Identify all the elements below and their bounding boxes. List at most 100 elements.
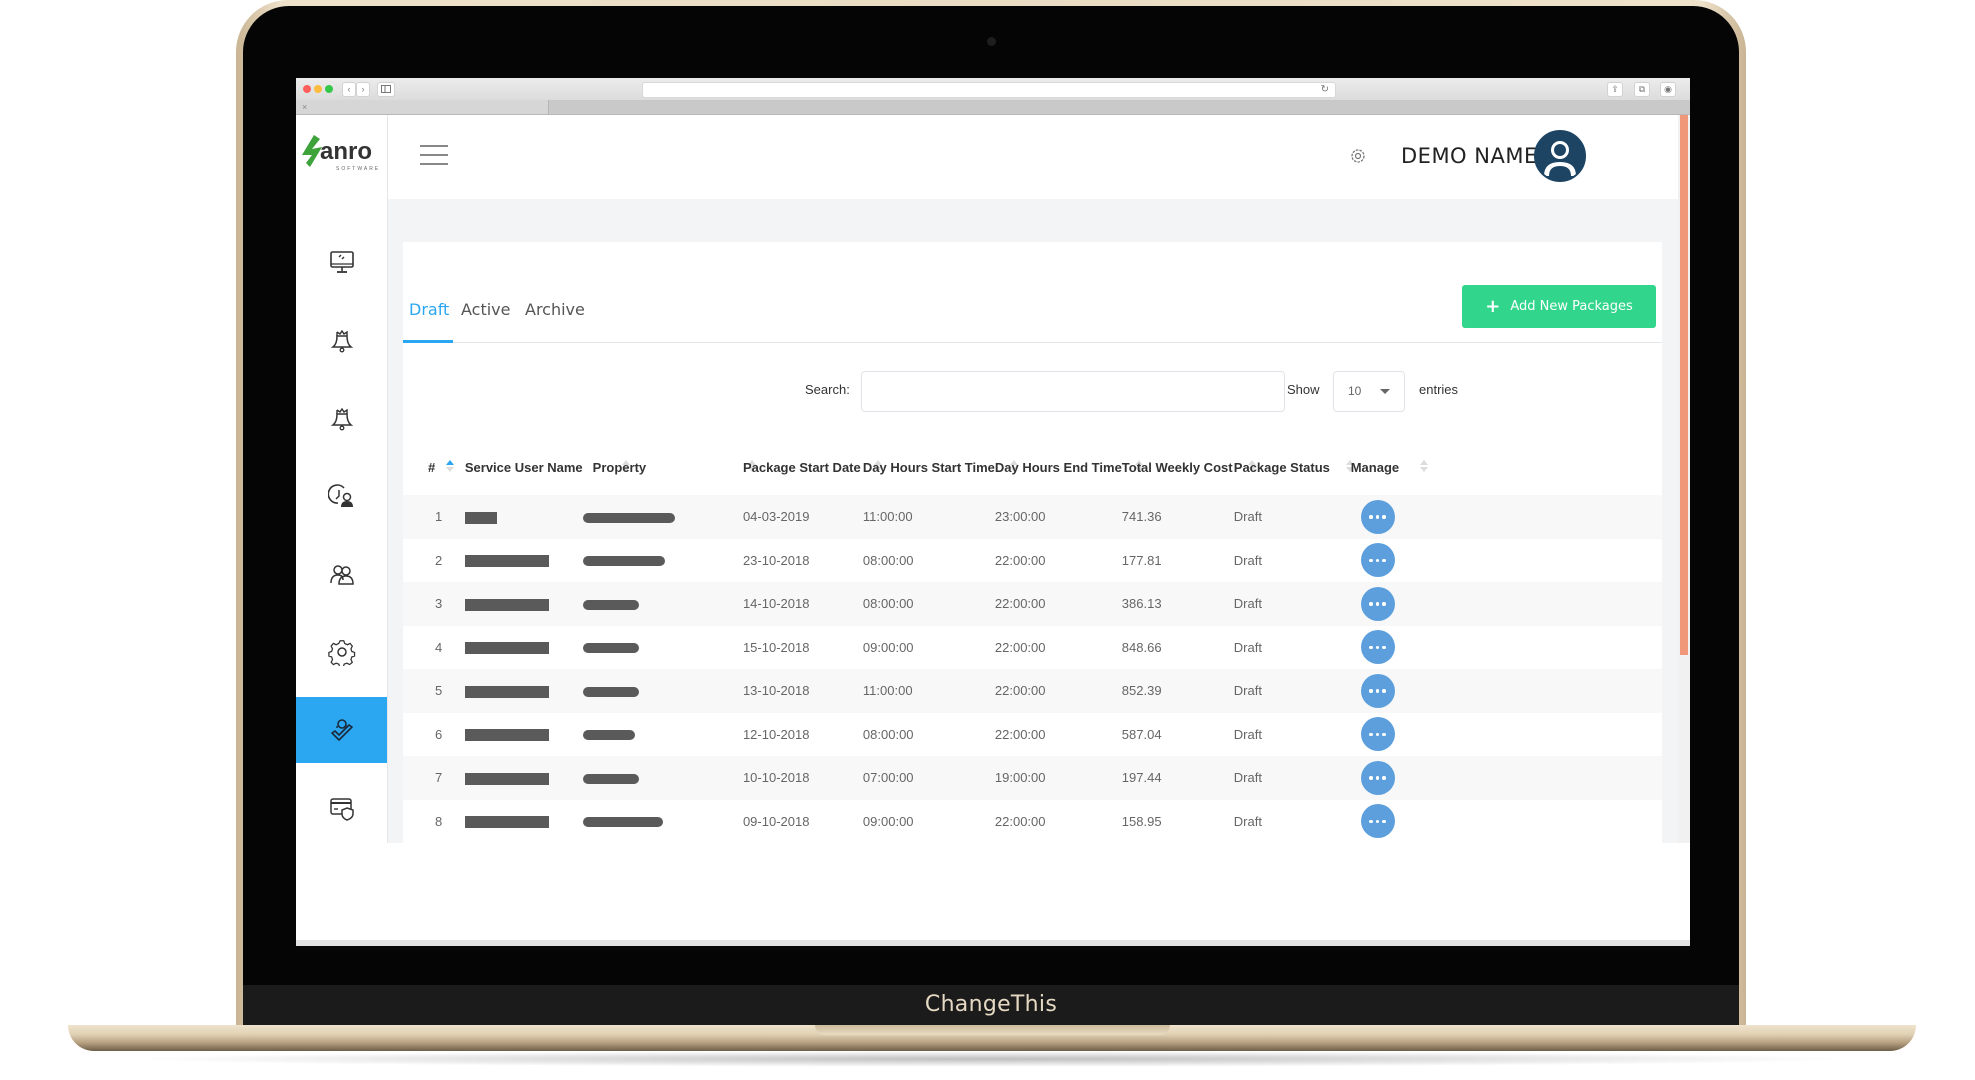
cell-package-start-date: 09-10-2018 xyxy=(742,813,810,829)
cell-package-status: Draft xyxy=(1233,495,1335,539)
redacted-property xyxy=(582,556,665,567)
sidebar-item-alerts[interactable] xyxy=(296,385,387,451)
redacted-property xyxy=(582,512,675,523)
cell-day-hours-end-time: 19:00:00 xyxy=(994,756,1122,800)
column-header-manage[interactable]: Manage xyxy=(1335,439,1662,495)
cell-number: 8 xyxy=(435,813,443,829)
column-header-day-hours-start-time[interactable]: Day Hours Start Time xyxy=(862,439,1018,495)
share-button[interactable]: ⇪ xyxy=(1607,82,1623,97)
cell-manage xyxy=(1335,626,1662,670)
tab-draft[interactable]: Draft xyxy=(409,300,449,319)
active-tab-indicator xyxy=(403,340,453,343)
user-name[interactable]: DEMO NAME xyxy=(1401,144,1538,168)
table-row[interactable]: 4 15-10-2018 09:00:00 22:00:00 848.66 Draft xyxy=(403,626,1662,670)
browser-tab[interactable]: × xyxy=(296,100,549,114)
logo-subtext: SOFTWARE xyxy=(336,166,380,172)
page-length-select[interactable]: 10 xyxy=(1333,371,1405,412)
sidebar-item-scheduling[interactable] xyxy=(296,463,387,529)
address-bar[interactable]: ↻ xyxy=(642,82,1336,98)
redacted-user-name xyxy=(464,772,549,785)
sidebar-item-packages[interactable] xyxy=(296,697,387,763)
sidebar-item-notifications[interactable] xyxy=(296,307,387,373)
close-tab-icon[interactable]: × xyxy=(302,100,307,114)
cell-day-hours-start-time: 08:00:00 xyxy=(862,726,914,742)
sidebar-item-billing[interactable] xyxy=(296,775,387,841)
cell-number: 1 xyxy=(403,495,455,539)
tabs-overview-button[interactable]: ⧉ xyxy=(1634,82,1650,97)
show-label: Show xyxy=(1287,382,1320,397)
cell-day-hours-start-time: 11:00:00 xyxy=(862,495,995,539)
more-dots-icon-dot xyxy=(1375,689,1380,693)
maximize-window-button[interactable] xyxy=(325,85,333,93)
cell-day-hours-end-time: 23:00:00 xyxy=(994,495,1122,539)
menu-toggle-button[interactable] xyxy=(420,145,448,167)
column-header-total-weekly-cost[interactable]: Total Weekly Cost xyxy=(1122,439,1256,495)
manage-menu-button[interactable] xyxy=(1360,543,1395,578)
cell-property xyxy=(582,495,743,539)
search-input[interactable] xyxy=(861,371,1285,412)
manage-menu-button[interactable] xyxy=(1360,804,1395,839)
forward-button[interactable]: › xyxy=(356,82,370,97)
column-header-package-start-date[interactable]: Package Start Date xyxy=(743,439,882,495)
table-row[interactable]: 2 23-10-2018 08:00:00 22:00:00 177.81 Draft xyxy=(403,539,1662,583)
table-row[interactable]: 7 10-10-2018 07:00:00 19:00:00 197.44 Draft xyxy=(403,756,1662,800)
back-button[interactable]: ‹ xyxy=(342,82,356,97)
bell-icon xyxy=(330,407,353,431)
column-header-package-status[interactable]: Package Status xyxy=(1234,439,1354,495)
cell-number: 4 xyxy=(435,639,443,655)
user-avatar[interactable] xyxy=(1534,130,1586,182)
table-row[interactable]: 5 13-10-2018 11:00:00 22:00:00 852.39 Draft xyxy=(403,669,1662,713)
column-header-day-hours-end-time[interactable]: Day Hours End Time xyxy=(995,439,1143,495)
column-header-property[interactable]: Property xyxy=(583,439,756,495)
tab-archive[interactable]: Archive xyxy=(525,300,585,319)
cell-total-weekly-cost: 587.04 xyxy=(1121,726,1162,742)
entries-label: entries xyxy=(1419,382,1459,397)
redacted-property xyxy=(582,599,639,610)
reload-icon[interactable]: ↻ xyxy=(1321,83,1329,97)
more-dots-icon xyxy=(1369,776,1373,780)
table-row[interactable]: 3 14-10-2018 08:00:00 22:00:00 386.13 Draft xyxy=(403,582,1662,626)
sidebar-item-settings[interactable] xyxy=(296,619,387,685)
more-dots-icon-dot xyxy=(1375,558,1380,562)
page-scrollbar-thumb[interactable] xyxy=(1680,115,1688,655)
sidebar-toggle-button[interactable] xyxy=(377,82,395,97)
tab-active[interactable]: Active xyxy=(461,300,511,319)
add-new-packages-button[interactable]: + Add New Packages xyxy=(1462,285,1656,328)
cell-package-start-date: 23-10-2018 xyxy=(742,552,810,568)
column-label: Day Hours Start Time xyxy=(862,459,995,475)
cell-package-start-date: 04-03-2019 xyxy=(742,495,863,539)
table-row[interactable]: 6 12-10-2018 08:00:00 22:00:00 587.04 Draft xyxy=(403,713,1662,757)
more-dots-icon-dot xyxy=(1375,515,1380,519)
redacted-user-name xyxy=(464,598,549,611)
chevron-down-icon xyxy=(1380,389,1390,394)
manage-menu-button[interactable] xyxy=(1360,630,1395,665)
cell-manage xyxy=(1334,669,1662,713)
redacted-user-name xyxy=(464,685,549,698)
column-label: # xyxy=(428,459,436,475)
sidebar-item-dashboard[interactable] xyxy=(296,229,387,295)
cell-service-user-name xyxy=(455,539,583,583)
column-header-number[interactable]: # xyxy=(403,439,455,495)
manage-menu-button[interactable] xyxy=(1360,586,1395,621)
settings-gear-icon[interactable] xyxy=(1349,147,1367,165)
redacted-property xyxy=(582,643,639,654)
table-row[interactable]: 8 09-10-2018 09:00:00 22:00:00 158.95 Draft xyxy=(403,800,1662,844)
close-window-button[interactable] xyxy=(303,85,311,93)
screen-bottom-edge xyxy=(296,940,1690,946)
manage-menu-button[interactable] xyxy=(1360,760,1395,795)
extension-button[interactable]: ◉ xyxy=(1660,82,1676,97)
redacted-property xyxy=(582,686,639,697)
cell-service-user-name xyxy=(455,800,583,844)
users-icon xyxy=(329,565,354,585)
minimize-window-button[interactable] xyxy=(314,85,322,93)
column-header-service-user-name[interactable]: Service User Name xyxy=(455,439,630,495)
packages-card: Draft Active Archive + Add New Packages … xyxy=(403,242,1662,843)
sidebar-item-service-users[interactable] xyxy=(296,541,387,607)
manage-menu-button[interactable] xyxy=(1360,499,1395,534)
table-row[interactable]: 1 04-03-2019 11:00:00 23:00:00 741.36 Draft xyxy=(403,495,1662,539)
manage-menu-button[interactable] xyxy=(1360,717,1395,752)
more-dots-icon xyxy=(1369,689,1373,693)
manage-menu-button[interactable] xyxy=(1360,673,1395,708)
logo[interactable]: anro SOFTWARE xyxy=(298,129,386,173)
bell-icon xyxy=(330,329,353,353)
